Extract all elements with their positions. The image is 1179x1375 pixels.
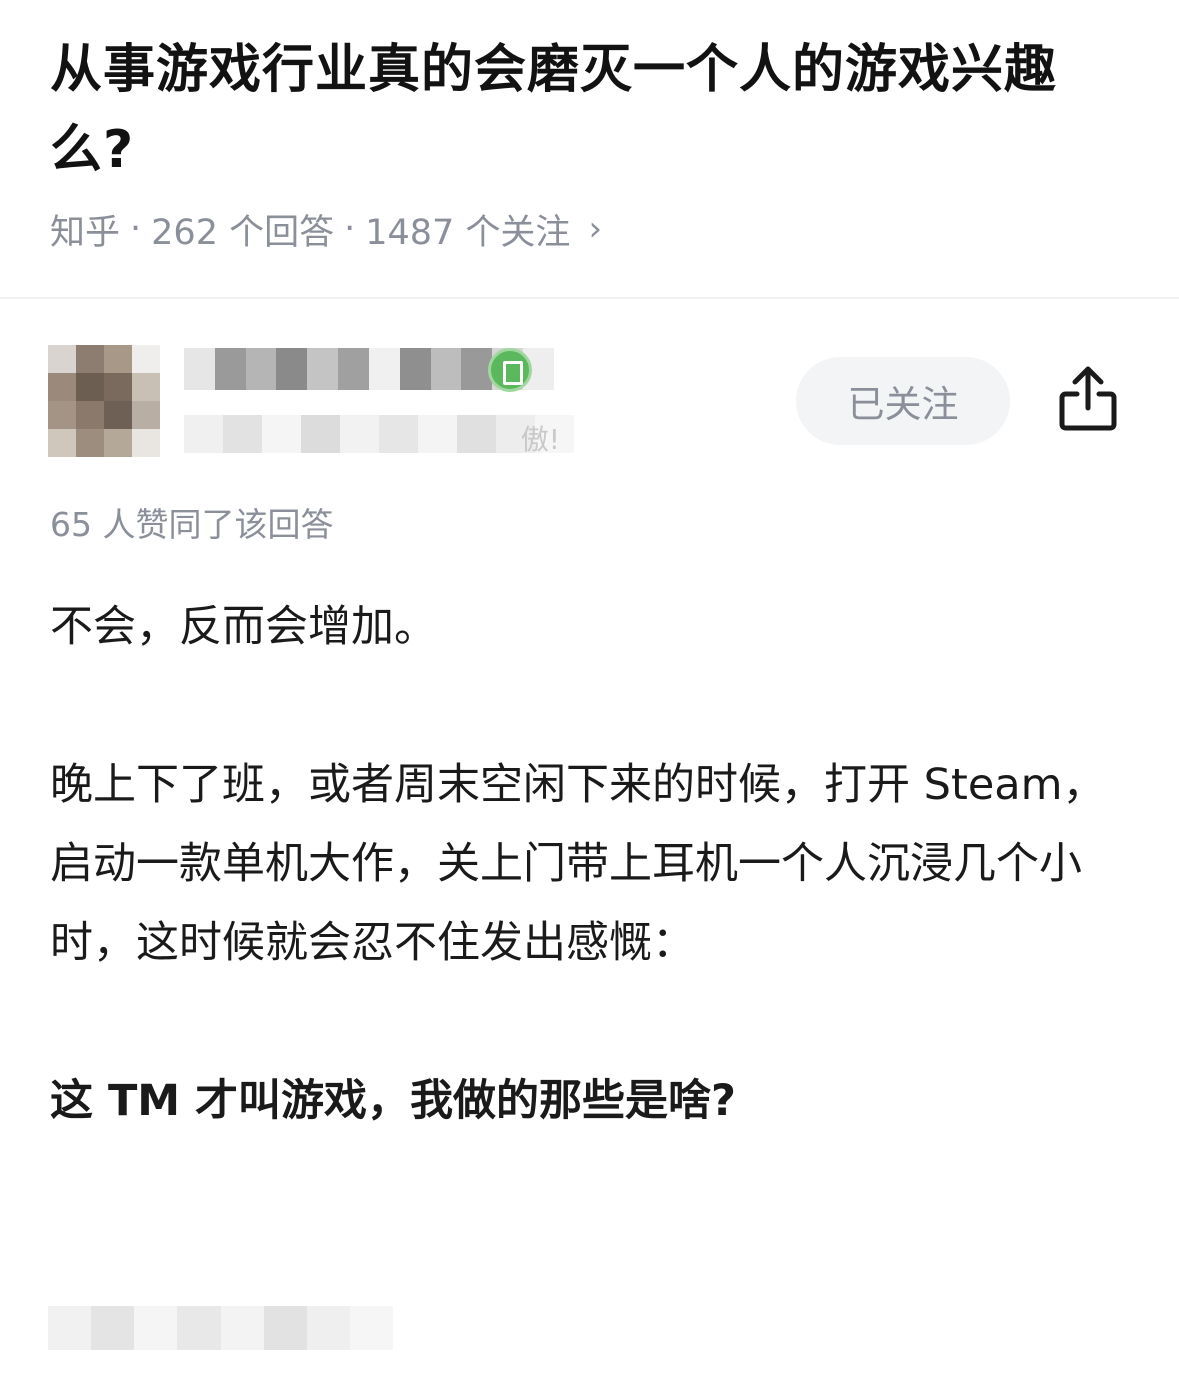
upvote-count: 65 人赞同了该回答 <box>50 505 334 544</box>
answer-content: 不会，反而会增加。 晚上下了班，或者周末空闲下来的时候，打开 Steam，启动一… <box>50 588 1140 1141</box>
answer-paragraph-emphasis: 这 TM 才叫游戏，我做的那些是啥? <box>50 1076 737 1126</box>
meta-separator: · <box>344 209 356 249</box>
share-icon[interactable] <box>1057 364 1119 434</box>
question-meta[interactable]: 知乎 · 262 个回答 · 1487 个关注 › <box>50 203 602 255</box>
answer-paragraph: 不会，反而会增加。 <box>50 602 437 652</box>
question-title[interactable]: 从事游戏行业真的会磨灭一个人的游戏兴趣么? <box>50 30 1130 190</box>
source-label: 知乎 <box>50 212 121 253</box>
author-bio: 傲! <box>184 410 574 458</box>
answer-paragraph: 晚上下了班，或者周末空闲下来的时候，打开 Steam，启动一款单机大作，关上门带… <box>50 760 1106 968</box>
meta-separator: · <box>130 209 142 249</box>
divider <box>0 297 1179 299</box>
avatar[interactable] <box>48 345 160 457</box>
answers-count: 262 个回答 <box>151 212 335 253</box>
bio-tail-text: 傲! <box>520 423 560 456</box>
chevron-right-icon[interactable]: › <box>588 209 602 249</box>
followers-count: 1487 个关注 <box>365 212 571 253</box>
verified-badge-icon <box>488 348 532 392</box>
follow-button[interactable]: 已关注 <box>796 357 1010 445</box>
blurred-footer-text <box>48 1306 393 1350</box>
